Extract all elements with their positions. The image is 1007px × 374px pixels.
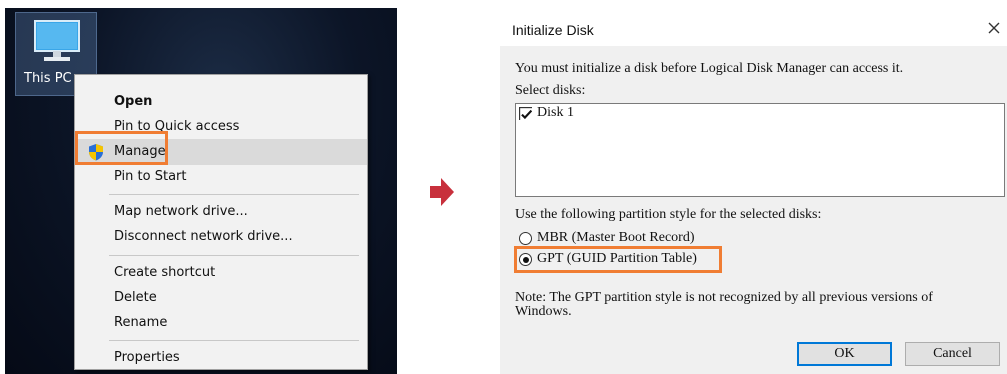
- disk-label: Disk 1: [537, 105, 574, 120]
- menu-item-pin-start[interactable]: Pin to Start: [75, 164, 367, 190]
- ok-button[interactable]: OK: [797, 342, 892, 366]
- dialog-title: Initialize Disk: [512, 22, 594, 38]
- menu-item-open[interactable]: Open: [75, 89, 367, 115]
- menu-item-label: Pin to Start: [114, 169, 187, 184]
- arrow-right-icon: [430, 178, 454, 206]
- manage-highlight-box: [75, 131, 168, 165]
- initialize-disk-dialog: Initialize Disk You must initialize a di…: [500, 8, 1007, 374]
- menu-separator: [109, 340, 359, 341]
- intro-text: You must initialize a disk before Logica…: [515, 61, 904, 76]
- menu-separator: [109, 255, 359, 256]
- checkbox-checked-icon[interactable]: [519, 107, 532, 120]
- menu-item-properties[interactable]: Properties: [75, 345, 367, 371]
- menu-item-label: Create shortcut: [114, 265, 216, 280]
- desktop-screenshot: This PC Open Pin to Quick access Manage …: [5, 8, 397, 374]
- disk-item[interactable]: Disk 1: [516, 104, 716, 124]
- cancel-button[interactable]: Cancel: [905, 342, 1000, 366]
- note-line-1: Note: The GPT partition style is not rec…: [515, 290, 933, 305]
- menu-item-label: Open: [114, 94, 153, 109]
- close-icon[interactable]: [986, 20, 1002, 36]
- note-line-2: Windows.: [515, 304, 572, 319]
- gpt-highlight-box: [514, 246, 722, 273]
- menu-item-label: Rename: [114, 315, 168, 330]
- radio-unselected-icon[interactable]: [519, 232, 532, 245]
- menu-item-rename[interactable]: Rename: [75, 310, 367, 336]
- mbr-option-label: MBR (Master Boot Record): [537, 230, 695, 245]
- menu-item-disconnect-network-drive[interactable]: Disconnect network drive...: [75, 224, 367, 250]
- menu-item-label: Delete: [114, 290, 157, 305]
- menu-item-create-shortcut[interactable]: Create shortcut: [75, 260, 367, 286]
- disk-list[interactable]: Disk 1: [515, 103, 1005, 197]
- menu-item-map-network-drive[interactable]: Map network drive...: [75, 199, 367, 225]
- context-menu: Open Pin to Quick access Manage Pin to S…: [74, 74, 368, 370]
- this-pc-label: This PC: [24, 71, 72, 86]
- menu-item-label: Map network drive...: [114, 204, 248, 219]
- dialog-titlebar: Initialize Disk: [500, 8, 1007, 46]
- menu-separator: [109, 194, 359, 195]
- select-disks-label: Select disks:: [515, 83, 586, 98]
- this-pc-icon: [34, 20, 80, 61]
- menu-item-label: Properties: [114, 350, 180, 365]
- menu-item-label: Disconnect network drive...: [114, 229, 293, 244]
- menu-item-delete[interactable]: Delete: [75, 285, 367, 311]
- partition-style-label: Use the following partition style for th…: [515, 207, 822, 222]
